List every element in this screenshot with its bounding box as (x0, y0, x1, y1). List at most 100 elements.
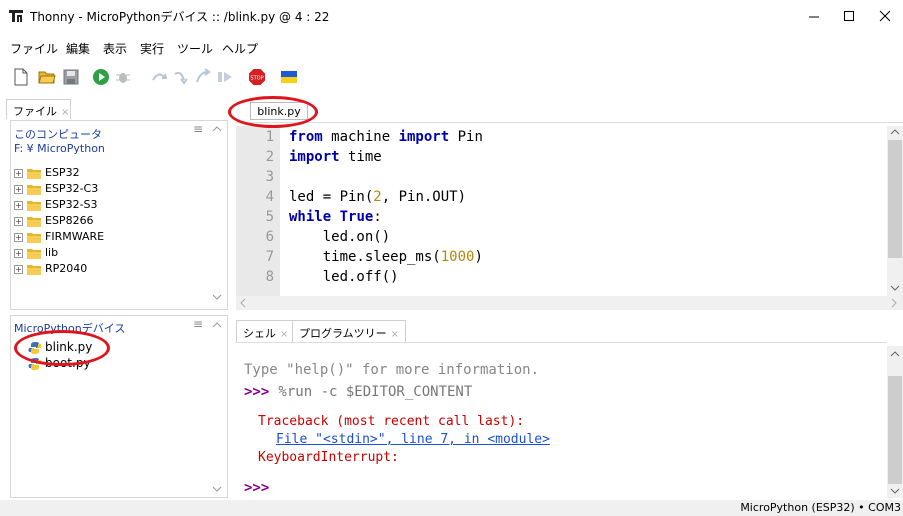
code-line: led.off() (289, 269, 399, 285)
expand-icon[interactable]: + (14, 216, 23, 226)
expand-icon[interactable]: + (14, 264, 23, 274)
code-line: led.on() (289, 229, 390, 245)
menu-run[interactable]: 実行 (140, 40, 164, 57)
svg-text:STOP: STOP (250, 76, 263, 82)
step-into-icon[interactable] (172, 68, 190, 86)
folder-label: ESP32 (45, 166, 80, 179)
scroll-up-arrow-icon[interactable] (212, 124, 222, 134)
line-number: 4 (265, 189, 274, 205)
code-token: 2 (373, 189, 382, 205)
code-token: 1000 (440, 249, 475, 265)
folder-row-esp8266[interactable]: + ESP8266 (14, 214, 94, 230)
folder-icon (27, 265, 41, 275)
tab-program-tree-close-icon[interactable]: × (391, 329, 399, 340)
code-token: import (289, 149, 340, 165)
resume-icon[interactable] (216, 68, 234, 86)
folder-label: lib (45, 246, 59, 259)
menu-bar: ファイル 編集 表示 実行 ツール ヘルプ (0, 40, 903, 60)
shell-final-prompt[interactable]: >>> (244, 480, 269, 496)
annotation-circle-editor-tab (228, 96, 318, 128)
device-panel-menu-icon[interactable]: ≡ (193, 317, 203, 331)
folder-row-rp2040[interactable]: + RP2040 (14, 262, 87, 278)
tab-shell[interactable]: シェル × (236, 320, 296, 342)
maximize-icon (844, 11, 854, 21)
thonny-logo-icon (9, 10, 23, 22)
folder-row-lib[interactable]: + lib (14, 246, 58, 262)
code-line: led = Pin(2, Pin.OUT) (289, 189, 466, 205)
close-icon (879, 10, 891, 22)
code-token: time (339, 149, 382, 165)
expand-icon[interactable]: + (14, 168, 23, 178)
scroll-down-arrow-icon[interactable] (212, 484, 222, 494)
line-number: 2 (265, 149, 274, 165)
folder-icon (27, 169, 41, 179)
folder-row-firmware[interactable]: + FIRMWARE (14, 230, 104, 246)
code-token: time.sleep_ms( (289, 249, 441, 265)
step-out-icon[interactable] (194, 68, 212, 86)
code-token: : (373, 209, 382, 225)
status-bar: MicroPython (ESP32) • COM3 (0, 500, 903, 516)
folder-row-esp32-s3[interactable]: + ESP32-S3 (14, 198, 98, 214)
code-token: while (289, 209, 332, 225)
code-token: , Pin.OUT) (381, 189, 467, 205)
new-file-icon[interactable] (12, 68, 30, 86)
scroll-down-arrow-icon[interactable] (890, 486, 900, 496)
shell-error-link[interactable]: File "<stdin>", line 7, in <module> (276, 432, 550, 447)
ukraine-flag-icon[interactable] (280, 68, 298, 86)
folder-label: FIRMWARE (45, 230, 105, 243)
editor-scroll-thumb[interactable] (888, 140, 902, 258)
tab-shell-close-icon[interactable]: × (280, 329, 288, 340)
open-folder-icon[interactable] (38, 68, 56, 86)
step-over-icon[interactable] (150, 68, 168, 86)
close-button[interactable] (866, 0, 903, 32)
debug-icon[interactable] (114, 68, 132, 86)
tab-files-label: ファイル (13, 105, 57, 118)
code-token: True (339, 209, 374, 225)
folder-label: RP2040 (45, 262, 88, 275)
window-title: Thonny - MicroPythonデバイス :: /blink.py @ … (30, 10, 330, 24)
folder-row-esp32-c3[interactable]: + ESP32-C3 (14, 182, 98, 198)
folder-icon (27, 185, 41, 195)
tab-files-close-icon[interactable]: × (61, 107, 69, 118)
run-icon[interactable] (92, 68, 110, 86)
menu-edit[interactable]: 編集 (66, 40, 90, 57)
panel-menu-icon[interactable]: ≡ (193, 122, 203, 136)
editor-horizontal-scrollbar[interactable] (236, 296, 903, 310)
expand-icon[interactable]: + (14, 184, 23, 194)
code-token: machine (322, 129, 399, 145)
scroll-up-arrow-icon[interactable] (890, 349, 900, 359)
menu-help[interactable]: ヘルプ (222, 40, 258, 57)
tab-program-tree[interactable]: プログラムツリー × (292, 320, 407, 342)
shell-prompt: >>> (244, 384, 270, 400)
menu-view[interactable]: 表示 (103, 40, 127, 57)
menu-tools[interactable]: ツール (177, 40, 213, 57)
code-token: led.off() (289, 269, 399, 285)
stop-icon[interactable]: STOP (248, 68, 266, 86)
folder-icon (27, 233, 41, 243)
scroll-right-arrow-icon[interactable] (889, 298, 899, 308)
scroll-down-arrow-icon[interactable] (212, 292, 222, 302)
save-icon[interactable] (62, 68, 80, 86)
folder-icon (27, 249, 41, 259)
interpreter-status[interactable]: MicroPython (ESP32) • COM3 (740, 501, 901, 514)
scroll-up-arrow-icon[interactable] (212, 320, 222, 330)
expand-icon[interactable]: + (14, 200, 23, 210)
tab-files[interactable]: ファイル × (6, 99, 71, 119)
code-line: import time (289, 149, 382, 165)
line-number: 6 (265, 229, 274, 245)
scroll-left-arrow-icon[interactable] (238, 298, 248, 308)
scroll-down-arrow-icon[interactable] (890, 283, 900, 293)
shell-scroll-thumb[interactable] (888, 376, 902, 484)
folder-label: ESP32-S3 (45, 198, 98, 211)
title-bar: Thonny - MicroPythonデバイス :: /blink.py @ … (0, 0, 903, 32)
tab-shell-label: シェル (243, 327, 276, 340)
scroll-up-arrow-icon[interactable] (890, 127, 900, 137)
shell-traceback: Traceback (most recent call last): (258, 414, 525, 429)
expand-icon[interactable]: + (14, 232, 23, 242)
folder-row-esp32[interactable]: + ESP32 (14, 166, 80, 182)
menu-file[interactable]: ファイル (10, 40, 58, 57)
folder-label: ESP8266 (45, 214, 94, 227)
code-token: from (289, 129, 323, 145)
this-computer-path[interactable]: F: ¥ MicroPython (14, 142, 105, 155)
expand-icon[interactable]: + (14, 248, 23, 258)
